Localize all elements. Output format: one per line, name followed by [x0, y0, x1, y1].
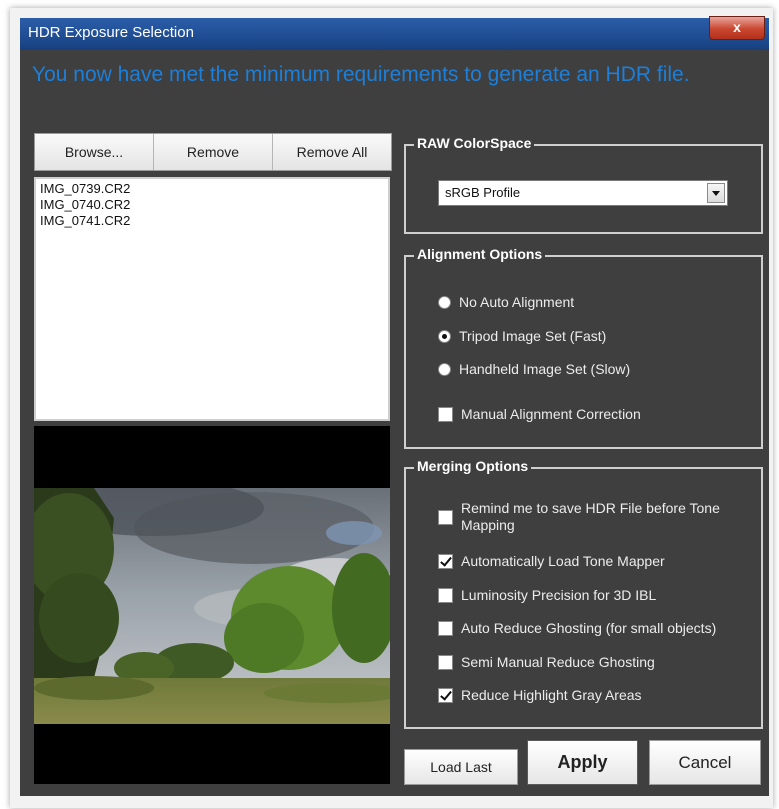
remove-button[interactable]: Remove: [154, 134, 273, 170]
checkbox-label: Remind me to save HDR File before Tone M…: [461, 500, 720, 533]
raw-colorspace-group: RAW ColorSpace sRGB Profile: [404, 135, 763, 234]
checkbox-auto-load-tone-mapper[interactable]: Automatically Load Tone Mapper: [438, 553, 665, 570]
radio-no-auto-alignment[interactable]: No Auto Alignment: [438, 294, 574, 311]
checkbox-reduce-highlight-gray[interactable]: Reduce Highlight Gray Areas: [438, 687, 642, 704]
checkbox-checked-icon[interactable]: [438, 688, 453, 703]
radio-selected-icon[interactable]: [438, 330, 451, 343]
radio-icon[interactable]: [438, 363, 451, 376]
colorspace-select[interactable]: sRGB Profile: [438, 180, 728, 206]
remove-all-button[interactable]: Remove All: [273, 134, 391, 170]
checkbox-icon[interactable]: [438, 510, 453, 525]
checkbox-label: Automatically Load Tone Mapper: [461, 553, 665, 569]
alignment-options-group: Alignment Options No Auto Alignment Trip…: [404, 246, 763, 449]
radio-label: Tripod Image Set (Fast): [459, 328, 607, 344]
checkbox-label: Luminosity Precision for 3D IBL: [461, 587, 657, 603]
checkbox-label: Auto Reduce Ghosting (for small objects): [461, 620, 717, 636]
checkbox-manual-alignment[interactable]: Manual Alignment Correction: [438, 406, 641, 423]
radio-label: Handheld Image Set (Slow): [459, 361, 631, 377]
checkbox-icon[interactable]: [438, 655, 453, 670]
apply-button[interactable]: Apply: [527, 740, 638, 785]
chevron-down-icon[interactable]: [707, 183, 725, 203]
checkbox-label: Reduce Highlight Gray Areas: [461, 687, 642, 703]
checkbox-icon[interactable]: [438, 407, 453, 422]
checkbox-icon[interactable]: [438, 588, 453, 603]
radio-label: No Auto Alignment: [459, 294, 575, 310]
checkbox-label: Manual Alignment Correction: [461, 406, 641, 422]
close-button[interactable]: x: [709, 16, 765, 40]
raw-colorspace-title: RAW ColorSpace: [414, 135, 535, 151]
cancel-button[interactable]: Cancel: [649, 740, 761, 785]
merging-options-title: Merging Options: [414, 458, 532, 474]
title-bar: HDR Exposure Selection x: [20, 16, 769, 50]
file-button-bar: Browse... Remove Remove All: [34, 133, 392, 171]
colorspace-selected-value: sRGB Profile: [445, 185, 521, 200]
preview-photo: [34, 488, 390, 724]
radio-tripod-image-set[interactable]: Tripod Image Set (Fast): [438, 328, 606, 345]
radio-icon[interactable]: [438, 296, 451, 309]
checkbox-semi-manual-ghosting[interactable]: Semi Manual Reduce Ghosting: [438, 654, 655, 671]
file-list[interactable]: IMG_0739.CR2 IMG_0740.CR2 IMG_0741.CR2: [34, 177, 390, 421]
radio-handheld-image-set[interactable]: Handheld Image Set (Slow): [438, 361, 630, 378]
checkbox-auto-reduce-ghosting[interactable]: Auto Reduce Ghosting (for small objects): [438, 620, 716, 637]
image-preview: [34, 426, 390, 784]
alignment-options-title: Alignment Options: [414, 246, 546, 262]
checkbox-luminosity-precision[interactable]: Luminosity Precision for 3D IBL: [438, 587, 656, 604]
status-banner: You now have met the minimum requirement…: [32, 63, 690, 86]
list-item[interactable]: IMG_0739.CR2: [40, 181, 384, 197]
checkbox-checked-icon[interactable]: [438, 554, 453, 569]
list-item[interactable]: IMG_0741.CR2: [40, 213, 384, 229]
load-last-button[interactable]: Load Last: [404, 749, 518, 785]
dialog-body: You now have met the minimum requirement…: [20, 50, 769, 796]
window-title: HDR Exposure Selection: [28, 24, 194, 41]
checkbox-label: Semi Manual Reduce Ghosting: [461, 654, 655, 670]
checkbox-icon[interactable]: [438, 621, 453, 636]
list-item[interactable]: IMG_0740.CR2: [40, 197, 384, 213]
browse-button[interactable]: Browse...: [35, 134, 154, 170]
checkbox-remind-save-hdr[interactable]: Remind me to save HDR File before Tone M…: [438, 500, 748, 534]
merging-options-group: Merging Options Remind me to save HDR Fi…: [404, 458, 763, 729]
